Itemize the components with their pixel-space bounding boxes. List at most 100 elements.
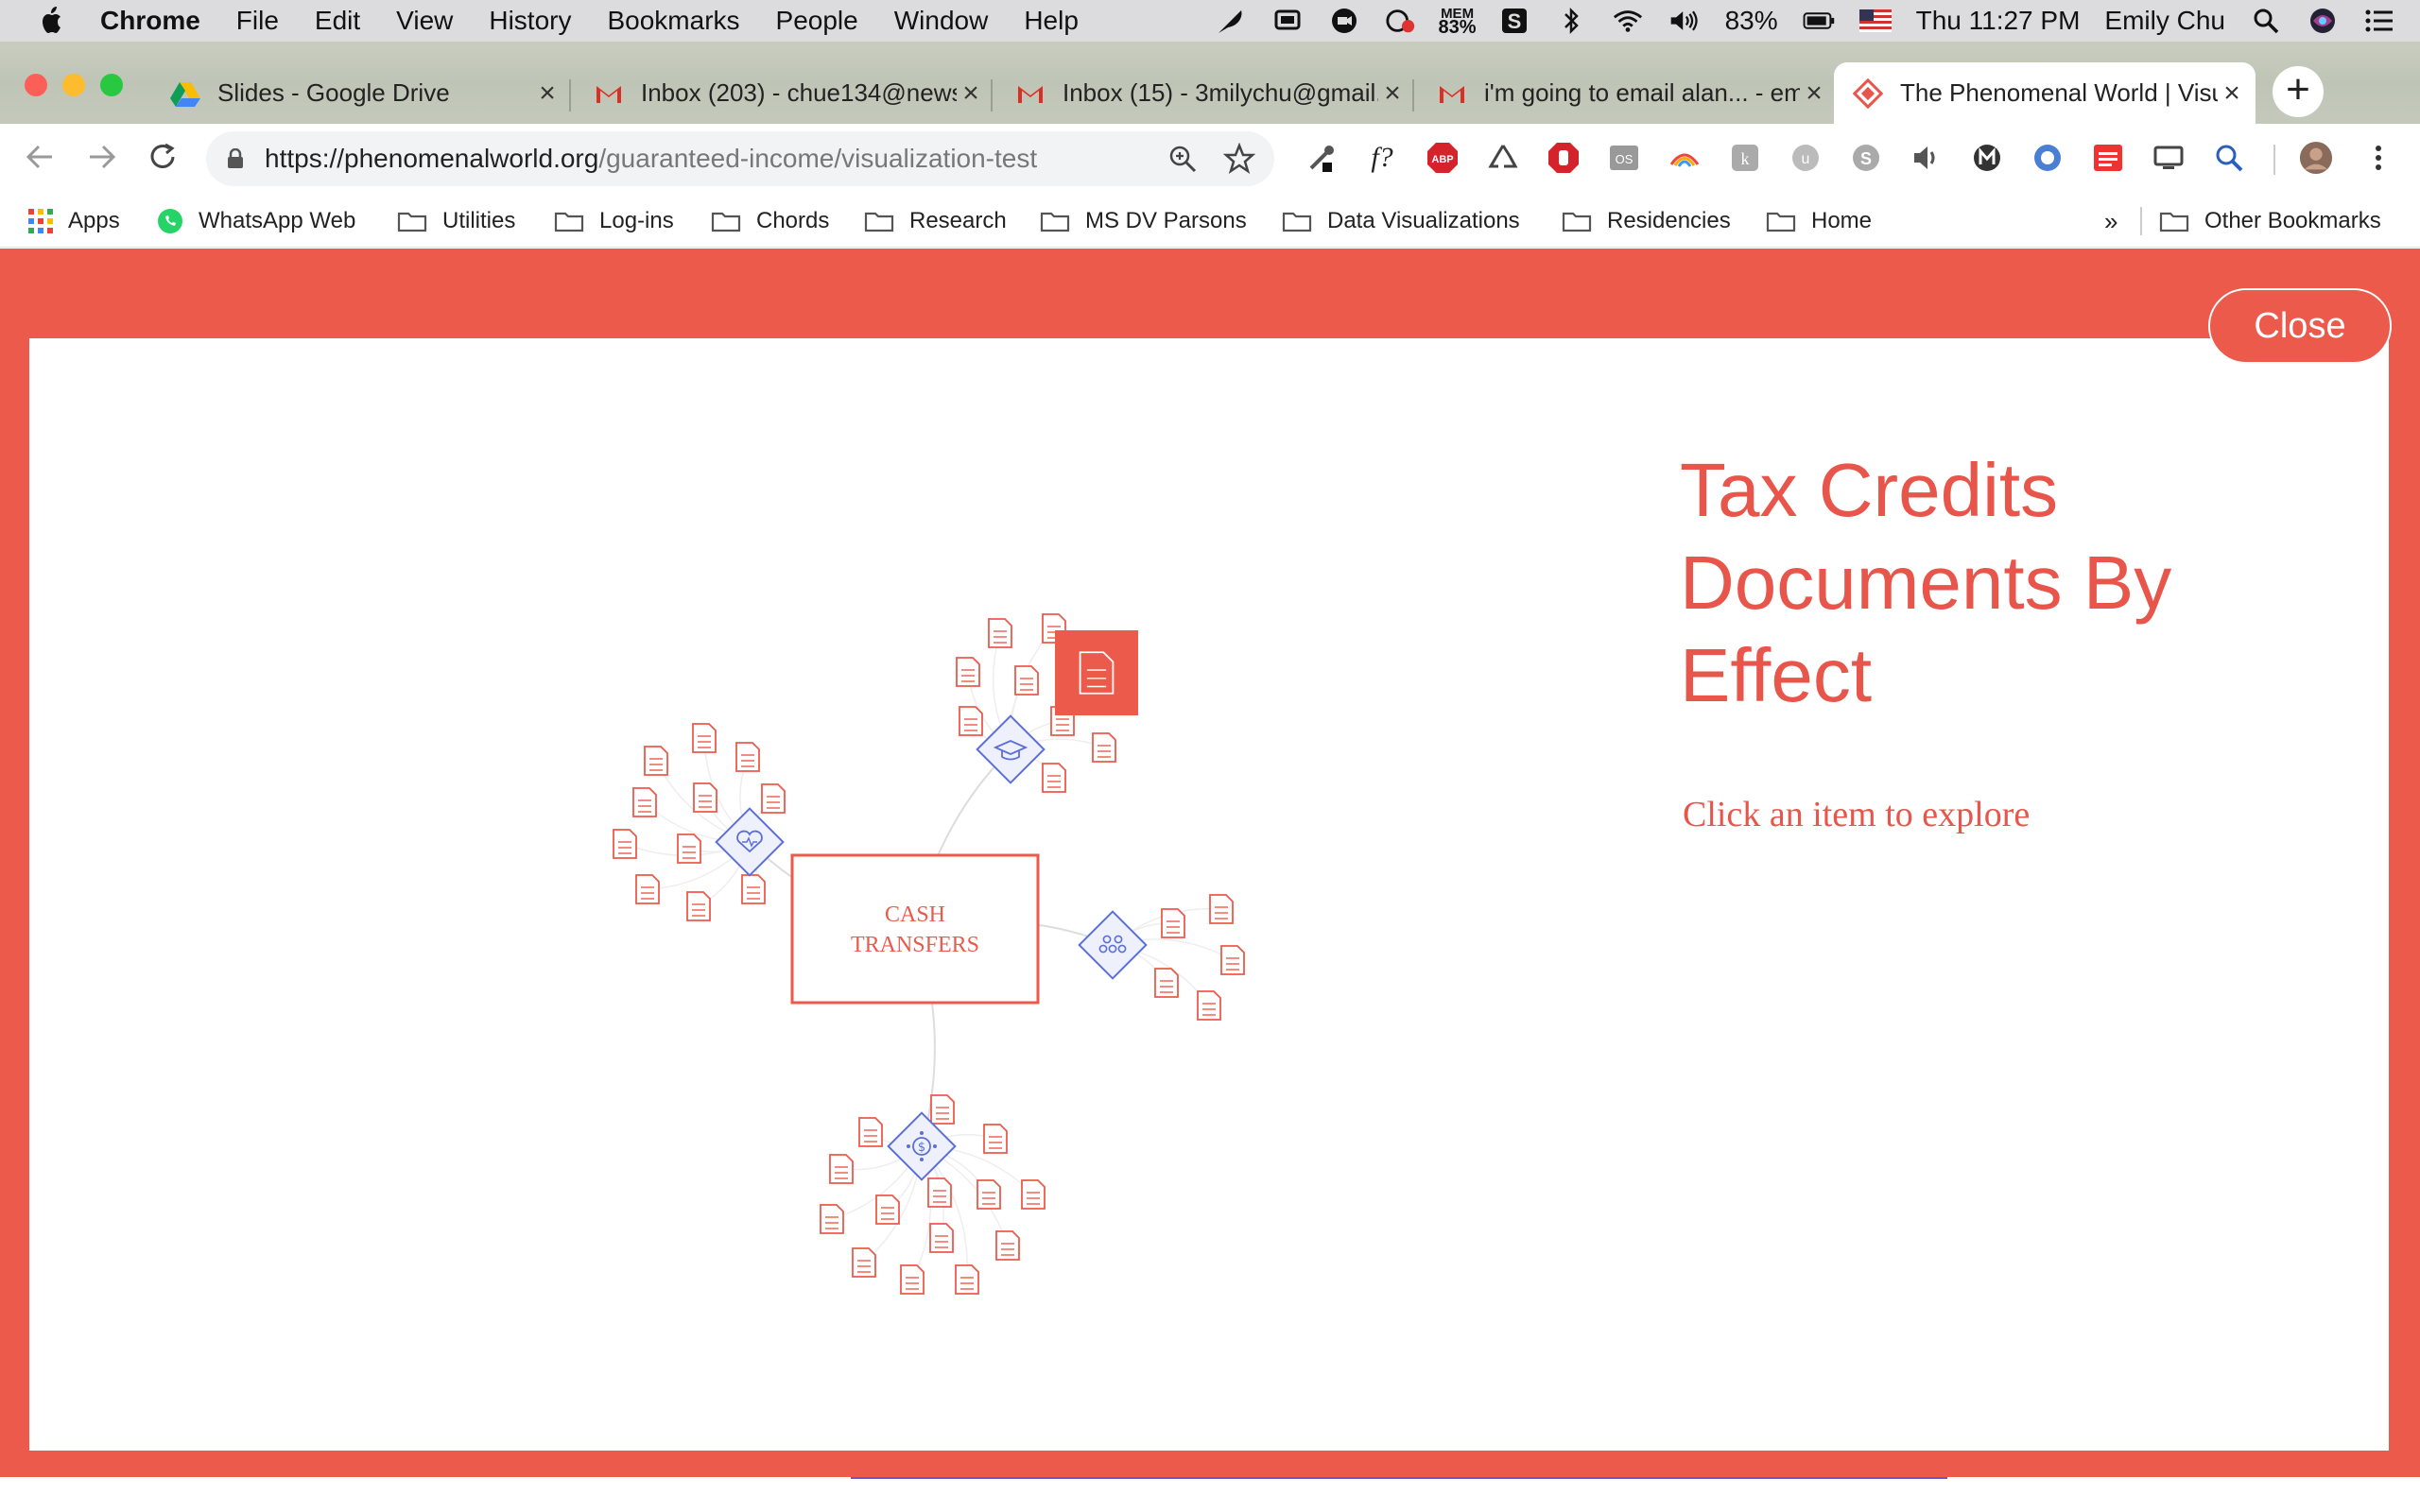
bookmark-folder-residencies[interactable]: Residencies	[1562, 205, 1731, 237]
menu-people[interactable]: People	[776, 6, 858, 36]
hub-health-icon[interactable]	[715, 807, 785, 877]
audio-extension-icon[interactable]	[1910, 141, 1944, 175]
document-icon[interactable]	[977, 1179, 1001, 1210]
document-icon[interactable]	[741, 874, 766, 904]
clock[interactable]: Thu 11:27 PM	[1916, 6, 2081, 36]
tab-gmail-thread[interactable]: i'm going to email alan... - emily ×	[1422, 62, 1828, 124]
ublock-extension-icon[interactable]: u	[1789, 141, 1823, 175]
bookmark-folder-log-ins[interactable]: Log-ins	[554, 205, 674, 237]
new-tab-button[interactable]: +	[2273, 66, 2324, 117]
hub-education-icon[interactable]	[976, 714, 1046, 784]
document-icon[interactable]	[1154, 968, 1179, 998]
cast-extension-icon[interactable]	[2152, 141, 2186, 175]
menu-edit[interactable]: Edit	[315, 6, 360, 36]
chrome-menu-icon[interactable]	[2361, 141, 2395, 175]
document-icon[interactable]	[1042, 763, 1066, 793]
user-name[interactable]: Emily Chu	[2104, 6, 2225, 36]
bluetooth-icon[interactable]	[1555, 7, 1587, 35]
tab-close-icon[interactable]: ×	[533, 77, 562, 110]
battery-percent[interactable]: 83%	[1725, 6, 1778, 36]
tab-close-icon[interactable]: ×	[2218, 77, 2246, 110]
document-icon[interactable]	[686, 891, 711, 921]
apple-icon[interactable]	[38, 5, 66, 37]
document-icon[interactable]	[693, 782, 717, 813]
bookmarks-overflow-button[interactable]: »	[2104, 205, 2118, 237]
document-icon[interactable]	[1021, 1179, 1046, 1210]
cash-transfers-node[interactable]: CASH TRANSFERS	[790, 853, 1040, 1005]
document-icon[interactable]	[1197, 990, 1221, 1021]
memory-monitor[interactable]: MEM 83%	[1439, 7, 1477, 37]
onelook-extension-icon[interactable]	[2031, 141, 2065, 175]
document-icon[interactable]	[820, 1204, 844, 1234]
document-icon[interactable]	[1014, 665, 1039, 696]
document-icon[interactable]	[995, 1230, 1020, 1261]
creative-cloud-icon[interactable]	[1385, 7, 1417, 35]
back-button[interactable]	[21, 141, 59, 179]
menu-view[interactable]: View	[396, 6, 453, 36]
document-icon[interactable]	[852, 1247, 876, 1278]
document-icon[interactable]	[677, 833, 701, 864]
inspect-extension-icon[interactable]	[2212, 141, 2246, 175]
document-icon[interactable]	[692, 723, 717, 753]
bookmark-folder-other-bookmarks[interactable]: Other Bookmarks	[2159, 205, 2381, 237]
feather-icon[interactable]	[1215, 7, 1247, 35]
document-icon[interactable]	[956, 657, 980, 687]
hub-community-icon[interactable]	[1078, 910, 1148, 980]
address-bar[interactable]: https://phenomenalworld.org/guaranteed-i…	[206, 131, 1274, 186]
tab-close-icon[interactable]: ×	[1378, 77, 1407, 110]
document-icon[interactable]	[632, 787, 657, 817]
bookmark-apps[interactable]: Apps	[28, 205, 120, 237]
scrivener-icon[interactable]: S	[1498, 7, 1530, 35]
document-icon[interactable]	[735, 742, 760, 772]
bookmark-folder-research[interactable]: Research	[864, 205, 1007, 237]
reload-button[interactable]	[144, 141, 182, 179]
app-menu-chrome[interactable]: Chrome	[100, 6, 200, 36]
document-icon[interactable]	[1161, 908, 1185, 938]
document-icon[interactable]	[1220, 945, 1245, 975]
bookmark-folder-home[interactable]: Home	[1766, 205, 1872, 237]
bookmark-whatsapp-web[interactable]: WhatsApp Web	[157, 205, 355, 237]
mercury-extension-icon[interactable]	[1970, 141, 2004, 175]
reader-extension-icon[interactable]: k	[1728, 141, 1762, 175]
bookmark-star-icon[interactable]	[1223, 143, 1255, 175]
document-icon[interactable]	[761, 783, 786, 814]
skype-extension-icon[interactable]: S	[1849, 141, 1883, 175]
us-flag-icon[interactable]	[1858, 7, 1892, 35]
menu-window[interactable]: Window	[894, 6, 989, 36]
close-button[interactable]: Close	[2208, 288, 2392, 364]
whatfont-extension-icon[interactable]: f?	[1365, 141, 1399, 175]
document-icon[interactable]	[955, 1264, 979, 1295]
document-icon[interactable]	[930, 1094, 955, 1125]
document-icon[interactable]	[875, 1194, 900, 1225]
document-icon[interactable]	[858, 1117, 883, 1147]
eyedropper-extension-icon[interactable]	[1305, 141, 1339, 175]
bookmark-folder-utilities[interactable]: Utilities	[397, 205, 515, 237]
menu-file[interactable]: File	[236, 6, 279, 36]
tab-gmail-newschool[interactable]: Inbox (203) - chue134@newschool.edu ×	[579, 62, 985, 124]
document-icon[interactable]	[644, 746, 668, 776]
bookmark-folder-ms-dv-parsons[interactable]: MS DV Parsons	[1040, 205, 1247, 237]
battery-icon[interactable]	[1803, 7, 1835, 35]
document-icon[interactable]	[988, 618, 1012, 648]
video-icon[interactable]	[1328, 7, 1360, 35]
window-minimize-button[interactable]	[62, 74, 85, 96]
bookmark-folder-chords[interactable]: Chords	[711, 205, 829, 237]
tab-google-drive[interactable]: Slides - Google Drive ×	[155, 62, 562, 124]
document-icon[interactable]	[829, 1154, 854, 1184]
menu-bookmarks[interactable]: Bookmarks	[607, 6, 739, 36]
pocket-reader-extension-icon[interactable]	[2091, 141, 2125, 175]
stop-hand-extension-icon[interactable]	[1547, 141, 1581, 175]
document-icon[interactable]	[983, 1124, 1008, 1154]
document-icon[interactable]	[1092, 732, 1116, 763]
zoom-icon[interactable]	[1167, 143, 1199, 175]
lock-icon[interactable]	[227, 148, 244, 169]
recycle-extension-icon[interactable]	[1486, 141, 1520, 175]
tab-gmail-personal[interactable]: Inbox (15) - 3milychu@gmail.com ×	[1000, 62, 1407, 124]
tab-close-icon[interactable]: ×	[957, 77, 985, 110]
notification-center-icon[interactable]	[2363, 7, 2395, 35]
wifi-icon[interactable]	[1612, 7, 1644, 35]
window-zoom-button[interactable]	[100, 74, 123, 96]
document-icon[interactable]	[900, 1264, 925, 1295]
document-icon[interactable]	[959, 706, 983, 736]
siri-icon[interactable]	[2307, 7, 2339, 35]
